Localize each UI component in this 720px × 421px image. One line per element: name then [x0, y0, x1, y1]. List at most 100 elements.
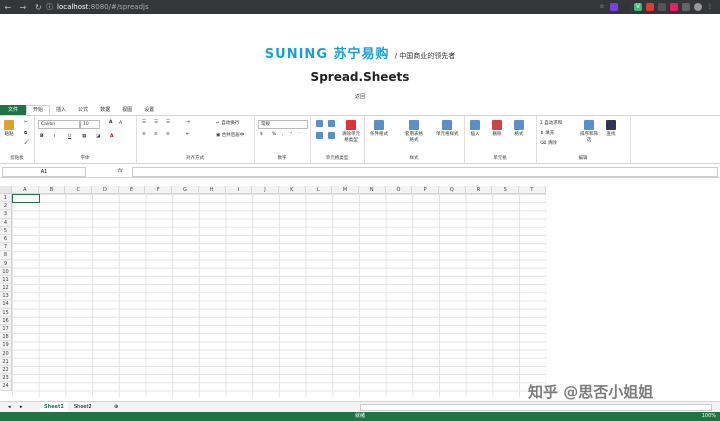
- format-table-button[interactable]: 套用表格格式: [404, 120, 424, 143]
- row-header[interactable]: 15: [0, 308, 12, 317]
- align-middle-icon[interactable]: ☰: [154, 120, 158, 125]
- tab-file[interactable]: 文件: [0, 105, 27, 115]
- align-top-icon[interactable]: ☰: [142, 120, 146, 125]
- column-header[interactable]: S: [492, 186, 520, 194]
- align-center-icon[interactable]: ≡: [154, 132, 158, 137]
- zoom-level[interactable]: 100%: [702, 412, 716, 421]
- address-bar[interactable]: ⓘ localhost :8080/#/spreadjs: [46, 2, 598, 12]
- extension-icon[interactable]: [682, 3, 690, 11]
- row-header[interactable]: 1: [0, 194, 12, 203]
- tab-insert[interactable]: 插入: [50, 105, 72, 115]
- cell-styles-button[interactable]: 单元格样式: [436, 120, 459, 137]
- star-icon[interactable]: ☆: [598, 3, 606, 11]
- celltype-icon[interactable]: [316, 132, 323, 139]
- find-button[interactable]: 查找: [606, 120, 616, 137]
- paste-button[interactable]: 粘贴: [4, 120, 14, 137]
- row-header[interactable]: 11: [0, 275, 12, 285]
- fx-icon[interactable]: fx: [118, 167, 128, 175]
- align-bottom-icon[interactable]: ☰: [166, 120, 170, 125]
- row-header[interactable]: 3: [0, 210, 12, 219]
- add-sheet-icon[interactable]: ⊕: [110, 402, 122, 412]
- tab-view[interactable]: 视图: [116, 105, 138, 115]
- cut-icon[interactable]: ✂: [24, 120, 28, 125]
- horizontal-scrollbar[interactable]: [360, 404, 712, 411]
- autosum-button[interactable]: Σ 自动求和: [540, 120, 562, 126]
- italic-button[interactable]: I: [54, 134, 55, 139]
- border-icon[interactable]: ▦: [82, 134, 86, 139]
- profile-avatar[interactable]: [694, 3, 702, 11]
- row-header[interactable]: 21: [0, 357, 12, 366]
- row-header[interactable]: 7: [0, 243, 12, 252]
- column-header[interactable]: I: [225, 186, 253, 194]
- name-box[interactable]: A1: [2, 167, 86, 177]
- row-header[interactable]: 18: [0, 333, 12, 342]
- row-header[interactable]: 10: [0, 267, 12, 276]
- column-header[interactable]: N: [358, 186, 386, 194]
- font-size-select[interactable]: 10: [80, 120, 100, 129]
- fill-button[interactable]: ⬇ 填充: [540, 130, 554, 136]
- row-header[interactable]: 22: [0, 365, 12, 375]
- decrease-decimal-icon[interactable]: ⁻: [298, 132, 300, 137]
- increase-decimal-icon[interactable]: ⁺: [290, 132, 292, 137]
- row-header[interactable]: 24: [0, 382, 12, 391]
- outdent-icon[interactable]: ⇤: [186, 132, 190, 137]
- clear-button[interactable]: ⌫ 清除: [540, 140, 557, 146]
- column-header[interactable]: C: [65, 186, 93, 194]
- celltype-icon[interactable]: [328, 132, 335, 139]
- tab-settings[interactable]: 设置: [138, 105, 160, 115]
- row-header[interactable]: 19: [0, 341, 12, 350]
- align-right-icon[interactable]: ≡: [166, 132, 170, 137]
- column-header[interactable]: F: [145, 186, 173, 194]
- row-header[interactable]: 17: [0, 325, 12, 334]
- row-header[interactable]: 6: [0, 234, 12, 244]
- merge-center-button[interactable]: ▣ 合并后居中: [216, 132, 244, 138]
- conditional-format-button[interactable]: 条件格式: [370, 120, 388, 137]
- row-header[interactable]: 8: [0, 251, 12, 260]
- column-header[interactable]: R: [465, 186, 493, 194]
- font-name-select[interactable]: Calibri: [38, 120, 80, 129]
- column-header[interactable]: M: [332, 186, 359, 194]
- row-header[interactable]: 4: [0, 218, 12, 227]
- sort-filter-button[interactable]: 排序和筛选: [580, 120, 598, 143]
- back-link[interactable]: 返回: [0, 93, 720, 100]
- copy-icon[interactable]: ⧉: [24, 130, 27, 136]
- tab-home[interactable]: 开始: [26, 105, 51, 115]
- format-painter-icon[interactable]: 🖌: [24, 140, 30, 145]
- cell-area[interactable]: [12, 194, 546, 397]
- align-left-icon[interactable]: ≡: [142, 132, 146, 137]
- scroll-first-icon[interactable]: ◂: [4, 402, 15, 412]
- font-color-button[interactable]: A: [110, 134, 113, 139]
- tab-data[interactable]: 数据: [94, 105, 116, 115]
- celltype-icon[interactable]: [328, 120, 335, 127]
- scroll-last-icon[interactable]: ▸: [16, 402, 27, 412]
- extension-icon[interactable]: [622, 3, 630, 11]
- tab-formula[interactable]: 公式: [72, 105, 94, 115]
- grow-font-button[interactable]: A: [109, 120, 112, 125]
- column-header[interactable]: O: [385, 186, 413, 194]
- indent-icon[interactable]: ⇥: [186, 120, 190, 125]
- insert-button[interactable]: 插入: [470, 120, 480, 137]
- sheet-tab[interactable]: Sheet2: [70, 402, 96, 412]
- row-header[interactable]: 20: [0, 349, 12, 358]
- formula-input[interactable]: [132, 167, 718, 177]
- column-header[interactable]: Q: [439, 186, 466, 194]
- column-header[interactable]: J: [252, 186, 279, 194]
- row-header[interactable]: 5: [0, 226, 12, 235]
- row-header[interactable]: 14: [0, 300, 12, 309]
- row-header[interactable]: 9: [0, 259, 12, 268]
- column-header[interactable]: K: [278, 186, 306, 194]
- bold-button[interactable]: B: [40, 134, 43, 139]
- column-header[interactable]: T: [519, 186, 546, 194]
- column-header[interactable]: G: [172, 186, 199, 194]
- select-all-corner[interactable]: [0, 186, 12, 194]
- row-header[interactable]: 16: [0, 316, 12, 325]
- number-format-select[interactable]: 常规: [258, 120, 308, 129]
- menu-icon[interactable]: ⋮: [706, 3, 714, 11]
- percent-button[interactable]: %: [272, 132, 276, 137]
- column-header[interactable]: E: [118, 186, 146, 194]
- extension-icon[interactable]: [610, 3, 618, 11]
- extension-icon[interactable]: V: [634, 3, 642, 11]
- clear-celltype-button[interactable]: 清除单元格类型: [342, 120, 360, 143]
- underline-button[interactable]: U: [68, 134, 71, 139]
- fill-color-icon[interactable]: ◪: [96, 134, 100, 139]
